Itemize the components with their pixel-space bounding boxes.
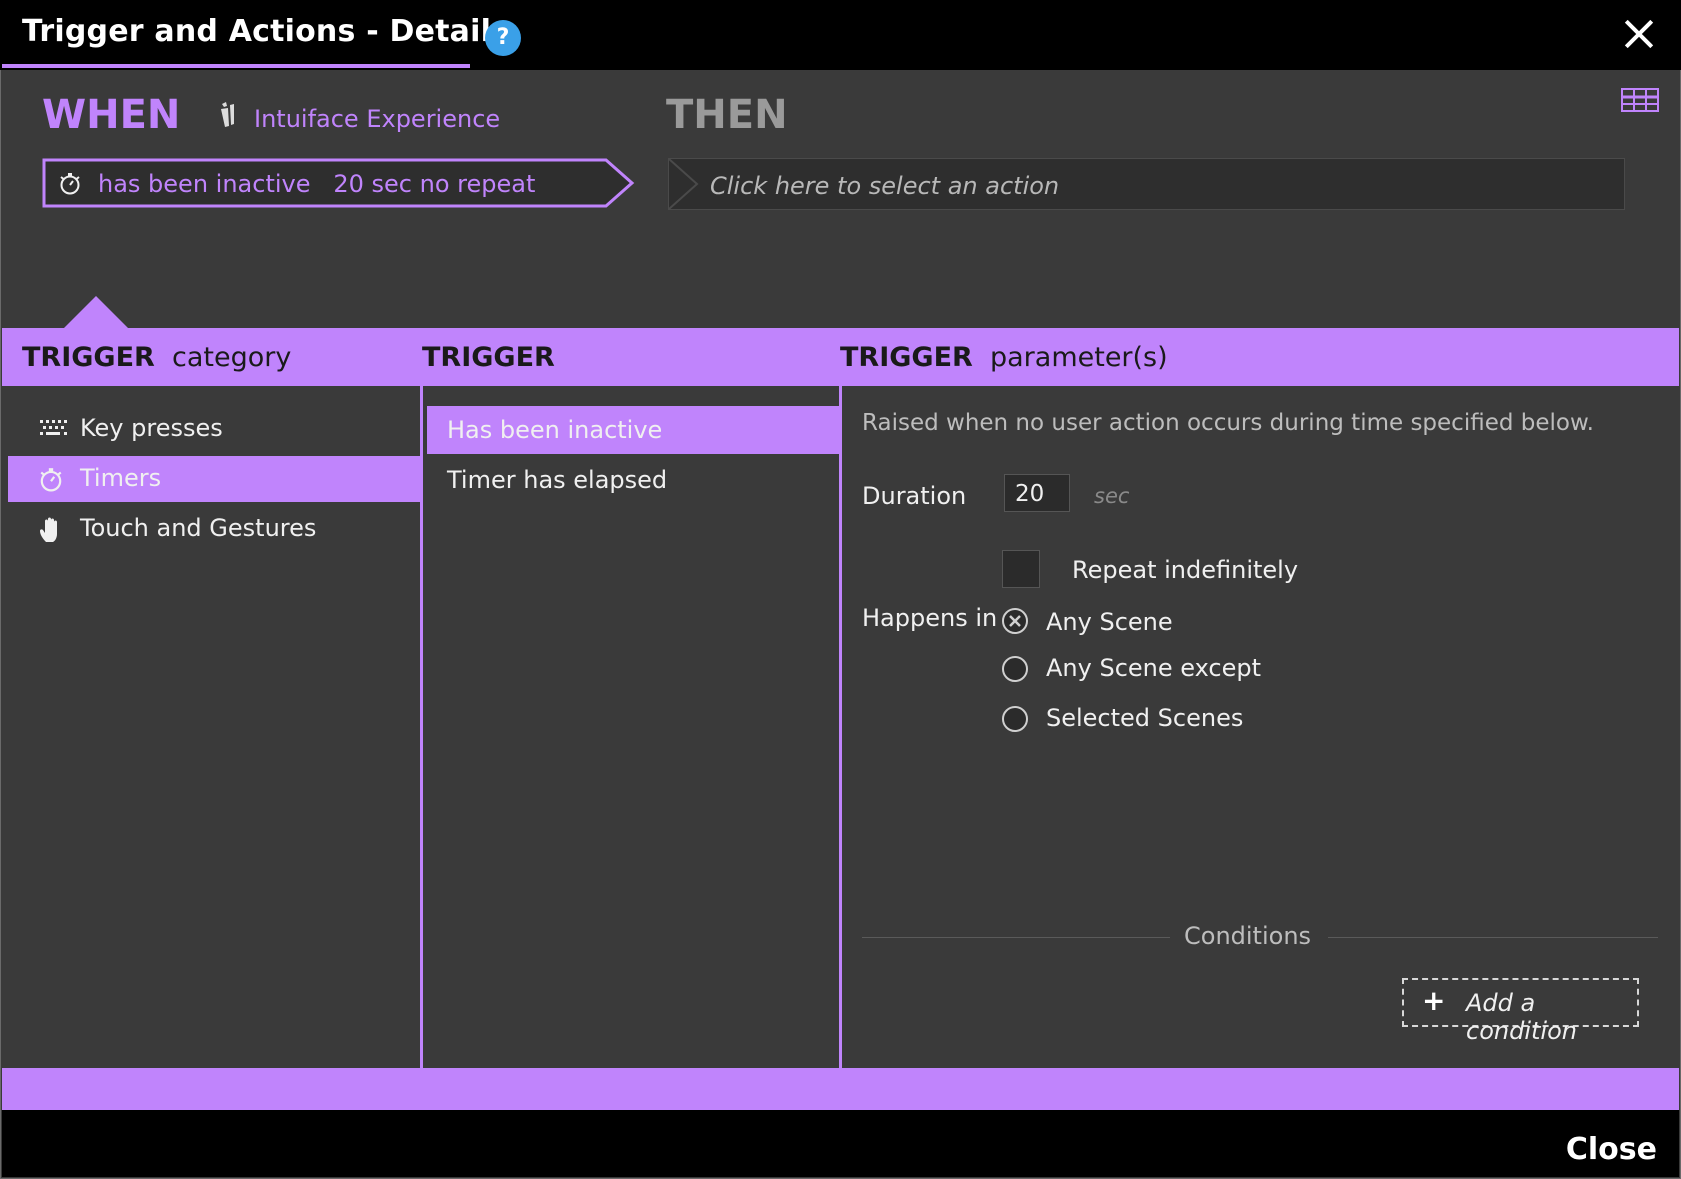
category-item-timers[interactable]: Timers xyxy=(8,456,422,502)
grid-view-icon[interactable] xyxy=(1621,88,1659,112)
trigger-item-has-been-inactive[interactable]: Has been inactive xyxy=(427,406,839,454)
trigger-header: TRIGGER xyxy=(422,342,555,373)
select-action-placeholder[interactable]: Click here to select an action xyxy=(710,172,1059,200)
radio-selected-scenes[interactable] xyxy=(1002,706,1028,732)
radio-label: Any Scene xyxy=(1046,608,1173,636)
column-header-bar: TRIGGER category TRIGGER TRIGGER paramet… xyxy=(2,328,1679,386)
trigger-summary-text: has been inactive 20 sec no repeat xyxy=(98,170,536,198)
trigger-label: Has been inactive xyxy=(447,416,663,444)
experience-source-link[interactable]: Intuiface Experience xyxy=(254,105,500,133)
section-pointer xyxy=(64,296,128,328)
trigger-params-header: TRIGGER parameter(s) xyxy=(840,342,1168,373)
conditions-label: Conditions xyxy=(1184,922,1312,950)
trigger-list: Has been inactive Timer has elapsed xyxy=(423,386,839,1068)
repeat-indefinitely-label: Repeat indefinitely xyxy=(1072,556,1299,584)
trigger-parameters-panel: Raised when no user action occurs during… xyxy=(842,386,1679,1068)
bottom-accent-bar xyxy=(2,1068,1679,1110)
title-underline xyxy=(2,64,470,68)
radio-any-scene[interactable] xyxy=(1002,608,1028,634)
duration-input[interactable]: 20 xyxy=(1004,474,1070,512)
help-icon[interactable]: ? xyxy=(485,20,521,56)
category-item-key-presses[interactable]: Key presses xyxy=(8,406,422,452)
happens-in-label: Happens in xyxy=(862,604,998,632)
conditions-divider xyxy=(862,937,1170,938)
category-label: Timers xyxy=(80,464,162,492)
add-condition-button[interactable]: + Add a condition xyxy=(1402,978,1639,1045)
conditions-divider xyxy=(1328,937,1658,938)
trigger-category-list: Key presses Timers Touch and Gestures xyxy=(2,386,422,1068)
close-button[interactable]: Close xyxy=(1566,1132,1657,1167)
plus-icon: + xyxy=(1422,984,1446,1017)
stopwatch-icon xyxy=(38,466,66,494)
keyboard-icon xyxy=(38,416,67,444)
trigger-label: Timer has elapsed xyxy=(447,466,668,494)
then-label: THEN xyxy=(666,92,788,138)
trigger-category-header: TRIGGER category xyxy=(22,342,292,373)
category-item-touch-gestures[interactable]: Touch and Gestures xyxy=(8,506,422,552)
repeat-indefinitely-checkbox[interactable] xyxy=(1002,550,1040,588)
dialog-title: Trigger and Actions - Details xyxy=(22,14,510,49)
add-condition-label: Add a condition xyxy=(1466,989,1577,1045)
close-icon[interactable] xyxy=(1619,14,1659,54)
radio-any-scene-except[interactable] xyxy=(1002,656,1028,682)
radio-label: Selected Scenes xyxy=(1046,704,1244,732)
title-bar: Trigger and Actions - Details ? xyxy=(0,0,1681,70)
trigger-item-timer-elapsed[interactable]: Timer has elapsed xyxy=(427,456,839,504)
hand-icon xyxy=(38,516,66,544)
trigger-description: Raised when no user action occurs during… xyxy=(862,410,1594,436)
when-label: WHEN xyxy=(42,92,181,138)
stopwatch-icon xyxy=(58,171,82,195)
experience-icon xyxy=(218,100,236,130)
duration-label: Duration xyxy=(862,482,967,510)
duration-unit: sec xyxy=(1094,484,1130,508)
footer-bar: Close xyxy=(2,1110,1679,1177)
category-label: Touch and Gestures xyxy=(80,514,317,542)
radio-label: Any Scene except xyxy=(1046,654,1261,682)
category-label: Key presses xyxy=(80,414,223,442)
